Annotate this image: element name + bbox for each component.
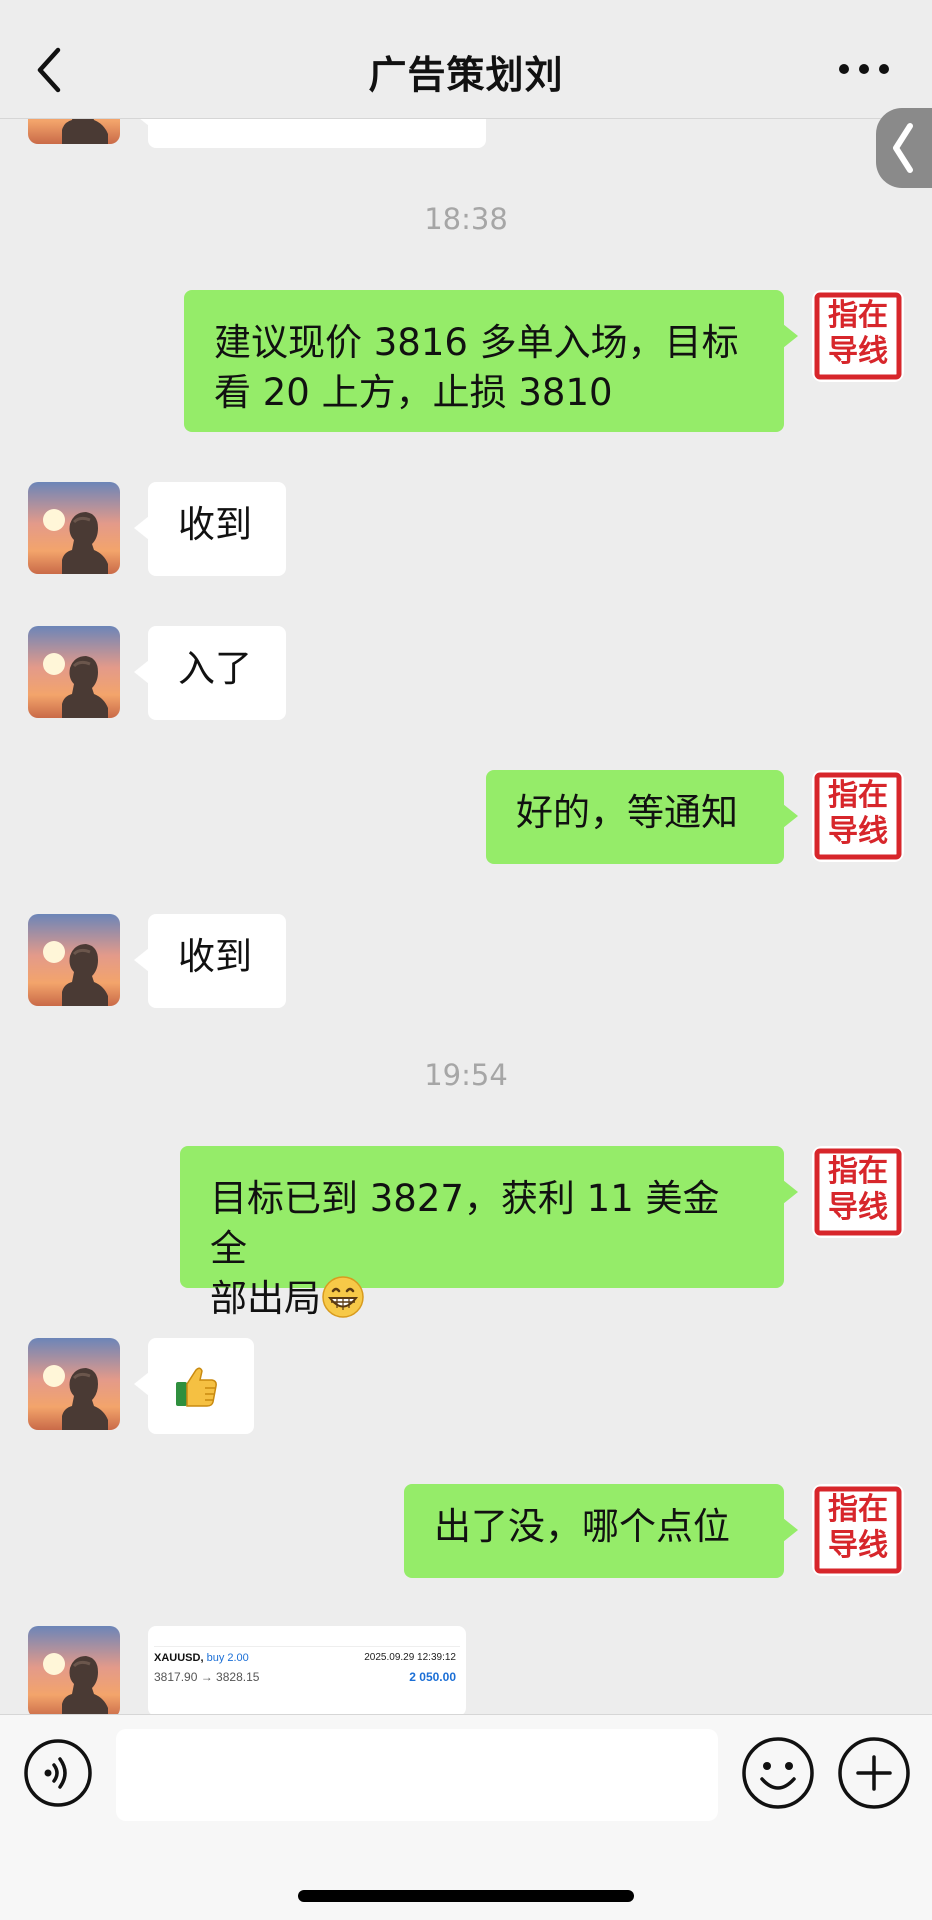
stamp-avatar[interactable]: 指在 导线 — [812, 1146, 904, 1238]
stamp-line: 指在 — [828, 298, 888, 333]
message-bubble-partial[interactable] — [134, 118, 486, 148]
avatar[interactable] — [28, 1338, 120, 1430]
stamp-text: 指在 导线 — [822, 1154, 894, 1226]
avatar[interactable] — [28, 626, 120, 718]
avatar[interactable] — [28, 118, 120, 144]
chat-screen: 广告策划刘 18:38 建议现价 3816 多单入场，目标 看 20 上方，止损… — [0, 0, 932, 1920]
trade-price-row: 3817.90 → 3828.15 2 050.00 — [154, 1670, 460, 1686]
message-line: 建议现价 3816 多单入场，目标 — [214, 321, 739, 364]
trade-header-row: XAUUSD, buy 2.00 2025.09.29 12:39:12 — [154, 1652, 460, 1668]
stamp-line: 导线 — [828, 334, 888, 369]
stamp-avatar[interactable]: 指在 导线 — [812, 290, 904, 382]
trade-screenshot[interactable]: XAUUSD, buy 2.00 2025.09.29 12:39:12 381… — [148, 1626, 466, 1714]
side-chevron-icon — [893, 123, 913, 173]
stamp-text: 指在 导线 — [822, 298, 894, 370]
grinning-face-icon — [322, 1276, 364, 1318]
stamp-line: 导线 — [828, 1528, 888, 1563]
stamp-text: 指在 导线 — [822, 778, 894, 850]
trade-prices: 3817.90 → 3828.15 — [154, 1670, 260, 1684]
stamp-line: 指在 — [828, 1154, 888, 1189]
voice-button[interactable] — [22, 1737, 94, 1809]
stamp-line: 导线 — [828, 1190, 888, 1225]
message-bubble[interactable]: 收到 — [134, 914, 286, 1008]
message-bubble[interactable]: 好的，等通知 — [486, 770, 798, 864]
stamp-avatar[interactable]: 指在 导线 — [812, 770, 904, 862]
smiley-icon — [742, 1737, 814, 1809]
timestamp: 19:54 — [424, 1058, 508, 1092]
more-button[interactable] — [836, 56, 892, 82]
avatar[interactable] — [28, 1626, 120, 1714]
more-dots-icon — [839, 64, 889, 74]
message-text: 部出局 — [210, 1277, 321, 1320]
message-bubble[interactable]: 目标已到 3827，获利 11 美金全 部出局 — [180, 1146, 798, 1320]
message-line: 目标已到 3827，获利 11 美金全 — [210, 1177, 720, 1270]
trade-symbol: XAUUSD, — [154, 1652, 204, 1664]
message-line: 看 20 上方，止损 3810 — [214, 371, 613, 414]
avatar[interactable] — [28, 482, 120, 574]
message-bubble[interactable] — [134, 1338, 254, 1434]
trade-profit: 2 050.00 — [409, 1670, 456, 1684]
thumbs-up-icon — [176, 1367, 217, 1407]
chat-title: 广告策划刘 — [368, 53, 564, 97]
stamp-line: 导线 — [828, 814, 888, 849]
message-input[interactable] — [116, 1729, 718, 1821]
stamp-avatar[interactable]: 指在 导线 — [812, 1484, 904, 1576]
voice-icon — [24, 1739, 92, 1807]
message-bubble[interactable]: 入了 — [134, 626, 286, 720]
stamp-line: 指在 — [828, 778, 888, 813]
emoji-button[interactable] — [740, 1735, 816, 1811]
trade-direction: buy 2.00 — [206, 1652, 249, 1664]
stamp-text: 指在 导线 — [822, 1492, 894, 1564]
timestamp: 18:38 — [424, 202, 508, 236]
plus-icon — [838, 1737, 910, 1809]
trade-datetime: 2025.09.29 12:39:12 — [364, 1652, 456, 1663]
message-bubble[interactable]: 出了没，哪个点位 — [404, 1484, 798, 1578]
stamp-line: 指在 — [828, 1492, 888, 1527]
home-indicator[interactable] — [298, 1890, 634, 1902]
side-tab[interactable] — [876, 108, 932, 188]
plus-button[interactable] — [836, 1735, 912, 1811]
message-bubble[interactable]: 建议现价 3816 多单入场，目标 看 20 上方，止损 3810 — [184, 290, 798, 432]
message-line: 部出局 — [210, 1274, 754, 1324]
message-bubble[interactable]: 收到 — [134, 482, 286, 576]
message-list[interactable]: 18:38 建议现价 3816 多单入场，目标 看 20 上方，止损 3810 … — [0, 118, 932, 1714]
nav-bar: 广告策划刘 — [0, 0, 932, 119]
avatar[interactable] — [28, 914, 120, 1006]
divider — [154, 1646, 460, 1647]
